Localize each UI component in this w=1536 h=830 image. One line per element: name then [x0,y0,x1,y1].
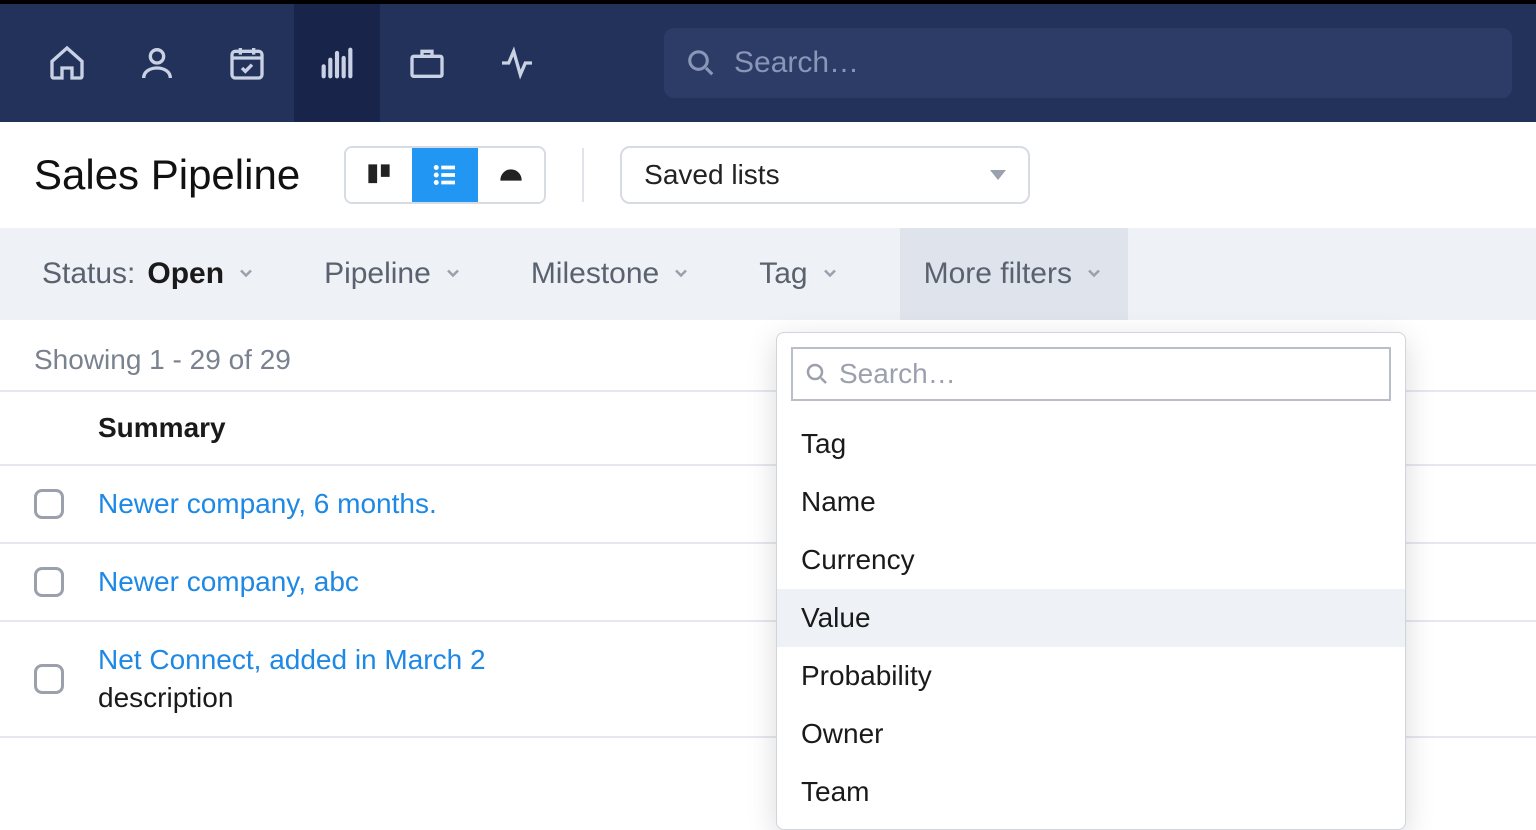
filter-option-name[interactable]: Name [777,473,1405,531]
filter-status-value: Open [147,257,224,291]
filter-pipeline-label: Pipeline [324,257,431,291]
saved-lists-label: Saved lists [644,159,779,191]
filter-bar: Status: Open Pipeline Milestone Tag More… [0,228,1536,320]
popover-search-input[interactable] [839,358,1377,390]
nav-person[interactable] [114,4,200,122]
row-checkbox[interactable] [34,567,64,597]
bars-icon [317,43,357,83]
nav-home[interactable] [24,4,110,122]
view-dashboard-button[interactable] [478,148,544,202]
list-icon [430,160,460,190]
row-checkbox[interactable] [34,664,64,694]
search-icon [805,362,829,386]
briefcase-icon [407,43,447,83]
filter-status[interactable]: Status: Open [34,228,264,320]
filter-more[interactable]: More filters [900,228,1128,320]
filter-more-label: More filters [924,257,1072,291]
nav-activity[interactable] [474,4,560,122]
popover-search[interactable] [791,347,1391,401]
filter-option-tag[interactable]: Tag [777,415,1405,473]
activity-icon [497,43,537,83]
home-icon [47,43,87,83]
gauge-icon [496,160,526,190]
chevron-down-icon [671,257,691,291]
view-toggle [344,146,546,204]
page-title: Sales Pipeline [34,151,300,199]
filter-tag[interactable]: Tag [751,228,847,320]
page-header: Sales Pipeline Saved lists [0,122,1536,228]
filter-option-team[interactable]: Team [777,763,1405,821]
chevron-down-icon [236,257,256,291]
filter-pipeline[interactable]: Pipeline [316,228,471,320]
calendar-check-icon [227,43,267,83]
row-checkbox[interactable] [34,489,64,519]
filter-milestone[interactable]: Milestone [523,228,699,320]
chevron-down-icon [820,257,840,291]
chevron-down-icon [1084,257,1104,291]
nav-cases[interactable] [384,4,470,122]
search-icon [686,48,716,78]
person-icon [137,43,177,83]
global-search-input[interactable] [734,46,1490,80]
filter-milestone-label: Milestone [531,257,659,291]
filter-option-value[interactable]: Value [777,589,1405,647]
global-search[interactable] [664,28,1512,98]
nav-reports[interactable] [294,4,380,122]
filter-option-owner[interactable]: Owner [777,705,1405,763]
filter-option-currency[interactable]: Currency [777,531,1405,589]
top-nav [0,0,1536,122]
filter-status-label: Status: [42,257,135,291]
more-filters-popover: Tag Name Currency Value Probability Owne… [776,332,1406,830]
caret-down-icon [990,170,1006,180]
nav-calendar[interactable] [204,4,290,122]
divider [582,148,584,202]
saved-lists-dropdown[interactable]: Saved lists [620,146,1030,204]
board-icon [364,160,394,190]
chevron-down-icon [443,257,463,291]
view-board-button[interactable] [346,148,412,202]
filter-tag-label: Tag [759,257,807,291]
filter-option-probability[interactable]: Probability [777,647,1405,705]
view-list-button[interactable] [412,148,478,202]
